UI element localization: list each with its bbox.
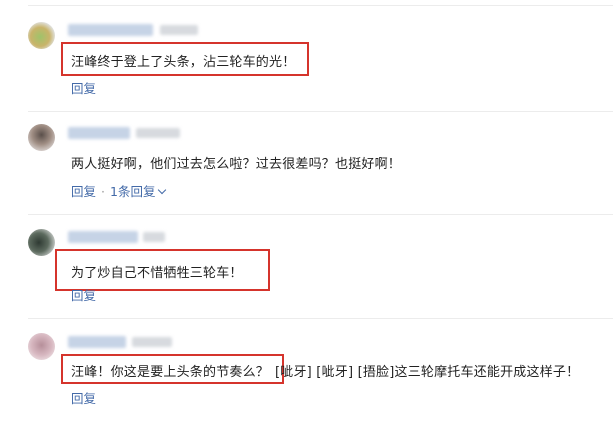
comment-text: 为了炒自己不惜牺牲三轮车！ (71, 266, 243, 281)
reply-button[interactable]: 回复 (71, 288, 96, 303)
comment-thread: 汪峰终于登上了头条，沾三轮车的光！ 回复 两人挺好啊，他们过去怎么啦？过去很差吗… (0, 0, 613, 426)
comment-meta (143, 232, 165, 242)
comment-actions: 回复 (71, 388, 96, 407)
reply-button[interactable]: 回复 (71, 391, 96, 406)
comment-text: 汪峰终于登上了头条，沾三轮车的光！ (71, 55, 296, 70)
comment-divider (28, 318, 613, 319)
avatar[interactable] (28, 124, 55, 151)
comment-text: 两人挺好啊，他们过去怎么啦？过去很差吗？也挺好啊！ (71, 157, 402, 172)
comment-meta (160, 25, 198, 35)
reply-button[interactable]: 回复 (71, 184, 96, 199)
username[interactable] (68, 127, 130, 139)
comment-actions: 回复 · 1条回复 (71, 181, 167, 200)
comment-text-rest: [呲牙] [呲牙] [捂脸]这三轮摩托车还能开成这样子！ (275, 365, 580, 380)
avatar[interactable] (28, 22, 55, 49)
replies-count-label: 1条回复 (110, 184, 156, 199)
comment-divider (28, 5, 613, 6)
comment-actions: 回复 (71, 78, 96, 97)
comment-text-highlighted: 汪峰！你这是要上头条的节奏么？ (71, 365, 270, 380)
comment-text: 汪峰！你这是要上头条的节奏么？ [呲牙] [呲牙] [捂脸]这三轮摩托车还能开成这… (71, 361, 579, 380)
reply-button[interactable]: 回复 (71, 81, 96, 96)
avatar[interactable] (28, 229, 55, 256)
username[interactable] (68, 336, 126, 348)
username[interactable] (68, 24, 153, 36)
separator: · (101, 184, 105, 199)
chevron-down-icon (158, 185, 167, 195)
username[interactable] (68, 231, 138, 243)
comment-divider (28, 111, 613, 112)
avatar[interactable] (28, 333, 55, 360)
comment-actions: 回复 (71, 285, 96, 304)
view-replies-button[interactable]: 1条回复 (110, 184, 167, 199)
comment-meta (132, 337, 172, 347)
comment-divider (28, 214, 613, 215)
comment-meta (136, 128, 180, 138)
